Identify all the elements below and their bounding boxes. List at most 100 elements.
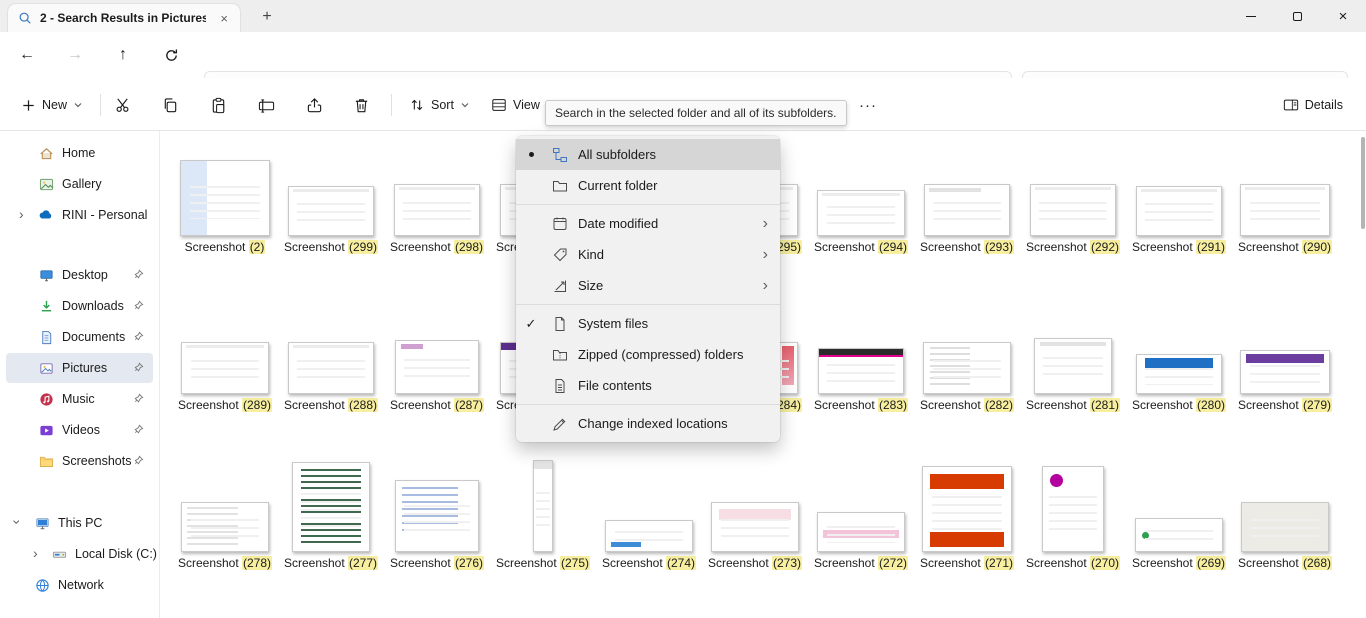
forward-button[interactable]: → (60, 40, 90, 70)
chevron-down-icon[interactable]: › (10, 520, 24, 525)
sidebar-item-downloads[interactable]: Downloads (6, 291, 153, 321)
share-icon (306, 97, 323, 114)
copy-button[interactable] (150, 89, 190, 121)
paste-button[interactable] (198, 89, 238, 121)
menu-item-size[interactable]: Size › (516, 270, 780, 301)
file-item[interactable]: Screenshot (279) (1232, 308, 1338, 413)
menu-item-current-folder[interactable]: Current folder (516, 170, 780, 201)
details-button[interactable]: Details (1274, 89, 1352, 121)
file-item[interactable]: Screenshot (2) (172, 152, 278, 255)
file-item[interactable]: Screenshot (290) (1232, 152, 1338, 255)
menu-item-label: All subfolders (574, 147, 780, 162)
file-thumbnail (180, 160, 270, 236)
hard-drive-icon (52, 547, 67, 562)
sidebar-item-label: RINI - Personal (62, 208, 147, 222)
sidebar-item-home[interactable]: Home (6, 138, 153, 168)
file-item[interactable]: Screenshot (293) (914, 152, 1020, 255)
file-item[interactable]: Screenshot (269) (1126, 448, 1232, 571)
file-item[interactable]: Screenshot (271) (914, 448, 1020, 571)
file-item[interactable]: Screenshot (272) (808, 448, 914, 571)
share-button[interactable] (294, 89, 334, 121)
maximize-button[interactable] (1274, 0, 1320, 32)
file-item[interactable]: Screenshot (287) (384, 308, 490, 413)
close-button[interactable]: × (1320, 0, 1366, 32)
chevron-right-icon[interactable]: › (33, 546, 38, 560)
file-label: Screenshot (294) (813, 240, 909, 255)
file-thumbnail (1034, 338, 1112, 394)
file-item[interactable]: Screenshot (288) (278, 308, 384, 413)
file-item[interactable]: Screenshot (299) (278, 152, 384, 255)
new-tab-button[interactable]: + (254, 6, 280, 28)
sidebar-item-screenshots[interactable]: Screenshots (6, 446, 153, 476)
videos-icon (38, 423, 54, 438)
up-button[interactable]: ↑ (108, 40, 138, 70)
file-item[interactable]: Screenshot (275) (490, 448, 596, 571)
file-item[interactable]: Screenshot (276) (384, 448, 490, 571)
sidebar-item-music[interactable]: Music (6, 384, 153, 414)
file-item[interactable]: Screenshot (281) (1020, 308, 1126, 413)
refresh-button[interactable] (156, 40, 186, 70)
sidebar-item-network[interactable]: Network (6, 570, 153, 600)
sidebar-item-documents[interactable]: Documents (6, 322, 153, 352)
chevron-right-icon[interactable]: › (19, 207, 24, 221)
menu-item-label: System files (574, 316, 780, 331)
delete-button[interactable] (341, 89, 381, 121)
vertical-scrollbar[interactable] (1361, 137, 1365, 229)
sort-button[interactable]: Sort (400, 89, 479, 121)
zipped-folder-icon (546, 347, 574, 363)
file-thumbnail (923, 342, 1011, 394)
tab-close-icon[interactable]: × (214, 10, 234, 27)
file-item[interactable]: Screenshot (291) (1126, 152, 1232, 255)
new-button[interactable]: New (12, 89, 92, 121)
file-item[interactable]: Screenshot (292) (1020, 152, 1126, 255)
menu-item-date-modified[interactable]: Date modified › (516, 208, 780, 239)
checkmark-ic: ✓ (516, 316, 546, 332)
menu-item-all-subfolders[interactable]: All subfolders (516, 139, 780, 170)
file-item[interactable]: Screenshot (277) (278, 448, 384, 571)
menu-item-kind[interactable]: Kind › (516, 239, 780, 270)
file-item[interactable]: Screenshot (289) (172, 308, 278, 413)
minimize-button[interactable] (1228, 0, 1274, 32)
file-label: Screenshot (271) (919, 556, 1015, 571)
file-item[interactable]: Screenshot (280) (1126, 308, 1232, 413)
minimize-icon (1246, 16, 1256, 17)
pin-icon (133, 362, 144, 373)
forward-icon: → (67, 46, 83, 64)
sidebar-item-pictures[interactable]: Pictures (6, 353, 153, 383)
file-label: Screenshot (281) (1025, 398, 1121, 413)
file-item[interactable]: Screenshot (273) (702, 448, 808, 571)
sidebar-item-onedrive[interactable]: › RINI - Personal (6, 200, 153, 230)
file-item[interactable]: Screenshot (274) (596, 448, 702, 571)
sidebar-item-label: Local Disk (C:) (75, 547, 157, 561)
file-item[interactable]: Screenshot (282) (914, 308, 1020, 413)
close-icon: × (1339, 8, 1348, 25)
window-controls: × (1228, 0, 1366, 32)
more-options-button[interactable]: ··· (848, 89, 888, 121)
file-item[interactable]: Screenshot (270) (1020, 448, 1126, 571)
file-item[interactable]: Screenshot (294) (808, 152, 914, 255)
file-label: Screenshot (279) (1237, 398, 1333, 413)
back-button[interactable]: ← (12, 40, 42, 70)
menu-item-change-indexed-locations[interactable]: Change indexed locations (516, 408, 780, 439)
rename-button[interactable] (246, 89, 286, 121)
menu-item-file-contents[interactable]: File contents (516, 370, 780, 401)
music-icon (38, 392, 54, 407)
file-item[interactable]: Screenshot (278) (172, 448, 278, 571)
sidebar-item-this-pc[interactable]: › This PC (6, 508, 153, 538)
menu-item-system-files[interactable]: ✓ System files (516, 308, 780, 339)
menu-item-zipped-folders[interactable]: Zipped (compressed) folders (516, 339, 780, 370)
sidebar-item-gallery[interactable]: Gallery (6, 169, 153, 199)
cut-button[interactable] (102, 89, 142, 121)
sidebar-item-label: Gallery (62, 177, 102, 191)
file-item[interactable]: Screenshot (298) (384, 152, 490, 255)
search-tab-icon (18, 11, 32, 25)
file-item[interactable]: Screenshot (268) (1232, 448, 1338, 571)
sidebar-item-label: Pictures (62, 361, 107, 375)
file-item[interactable]: Screenshot (283) (808, 308, 914, 413)
explorer-tab[interactable]: 2 - Search Results in Pictures × (8, 4, 240, 32)
sidebar-item-videos[interactable]: Videos (6, 415, 153, 445)
menu-item-label: File contents (574, 378, 780, 393)
sidebar-item-label: Home (62, 146, 95, 160)
sidebar-item-local-disk-c[interactable]: › Local Disk (C:) (6, 539, 153, 569)
sidebar-item-desktop[interactable]: Desktop (6, 260, 153, 290)
